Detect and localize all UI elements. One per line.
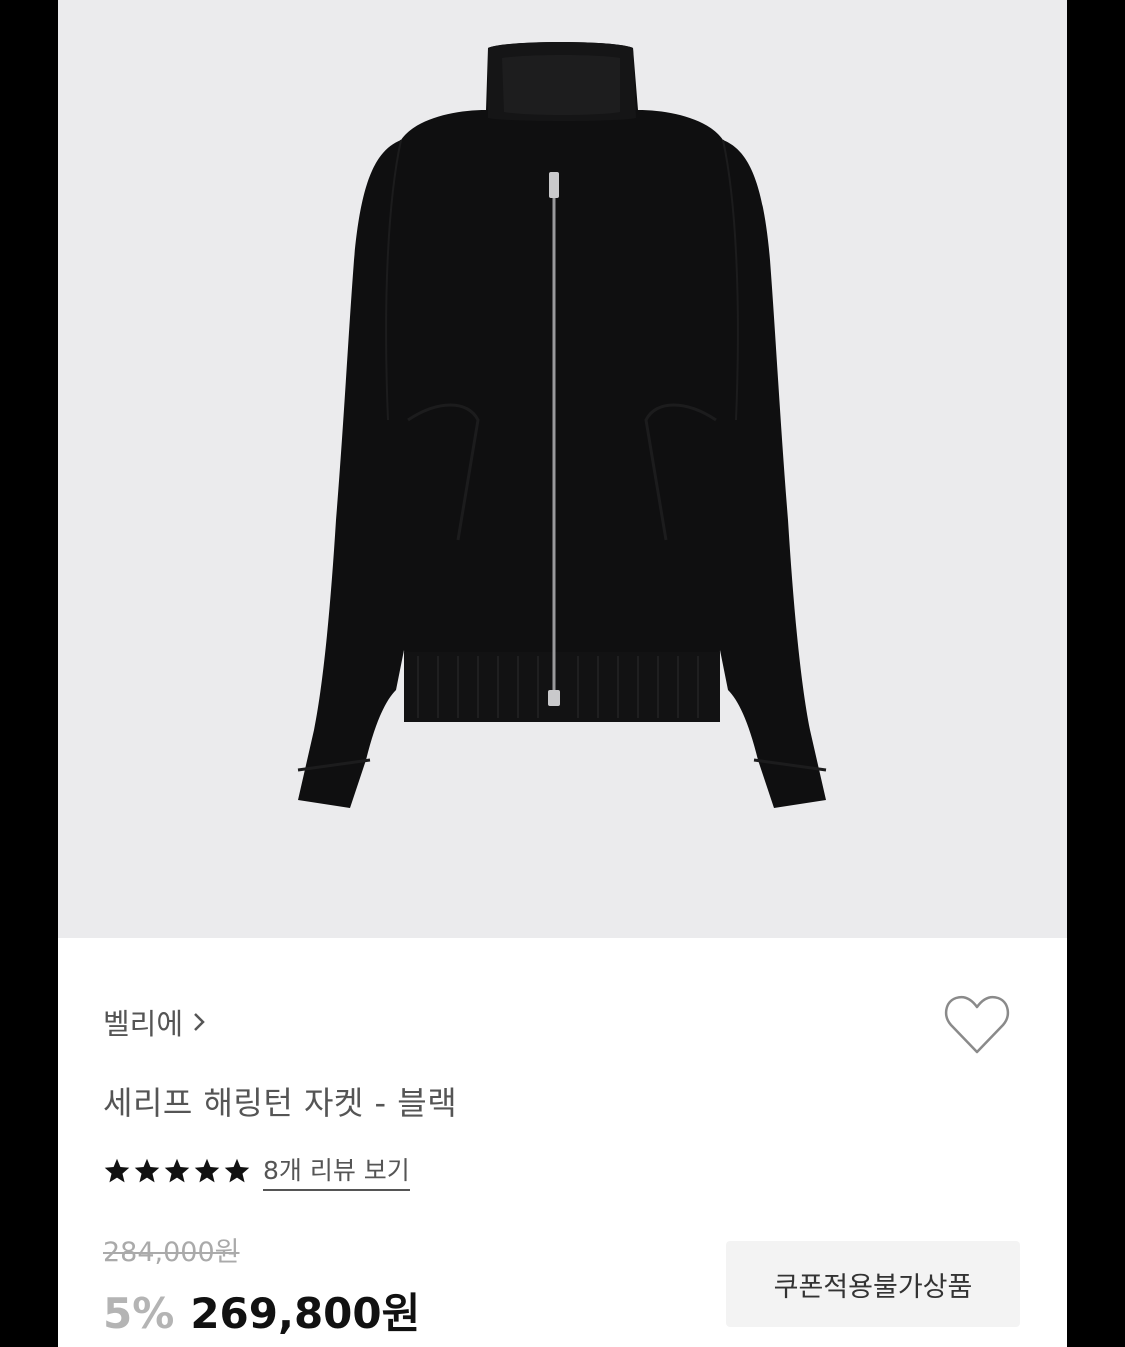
product-card: 벨리에 세리프 해링턴 자켓 - 블랙 8개 리뷰 보기 284,000원 5%… xyxy=(58,0,1067,1347)
sale-price: 269,800원 xyxy=(190,1289,421,1338)
original-price: 284,000원 xyxy=(103,1237,240,1268)
star-icon xyxy=(164,1158,190,1183)
discount-rate: 5% xyxy=(103,1289,175,1338)
chevron-right-icon xyxy=(194,1013,205,1031)
star-icon xyxy=(134,1158,160,1183)
brand-name: 벨리에 xyxy=(103,1007,184,1041)
heart-outline-icon xyxy=(944,995,1010,1054)
rating-stars xyxy=(103,1157,251,1185)
coupon-unavailable-badge: 쿠폰적용불가상품 xyxy=(726,1241,1020,1327)
price-row: 5% 269,800원 xyxy=(103,1280,420,1341)
star-icon xyxy=(194,1158,220,1183)
review-link[interactable]: 8개 리뷰 보기 xyxy=(263,1151,410,1191)
star-icon xyxy=(104,1158,130,1183)
product-image[interactable] xyxy=(58,0,1067,938)
product-title: 세리프 해링턴 자켓 - 블랙 xyxy=(103,1084,458,1122)
star-icon xyxy=(224,1158,250,1183)
jacket-illustration xyxy=(297,42,827,808)
wishlist-button[interactable] xyxy=(942,992,1012,1058)
rating-row: 8개 리뷰 보기 xyxy=(103,1151,410,1191)
brand-link[interactable]: 벨리에 xyxy=(103,1000,205,1044)
